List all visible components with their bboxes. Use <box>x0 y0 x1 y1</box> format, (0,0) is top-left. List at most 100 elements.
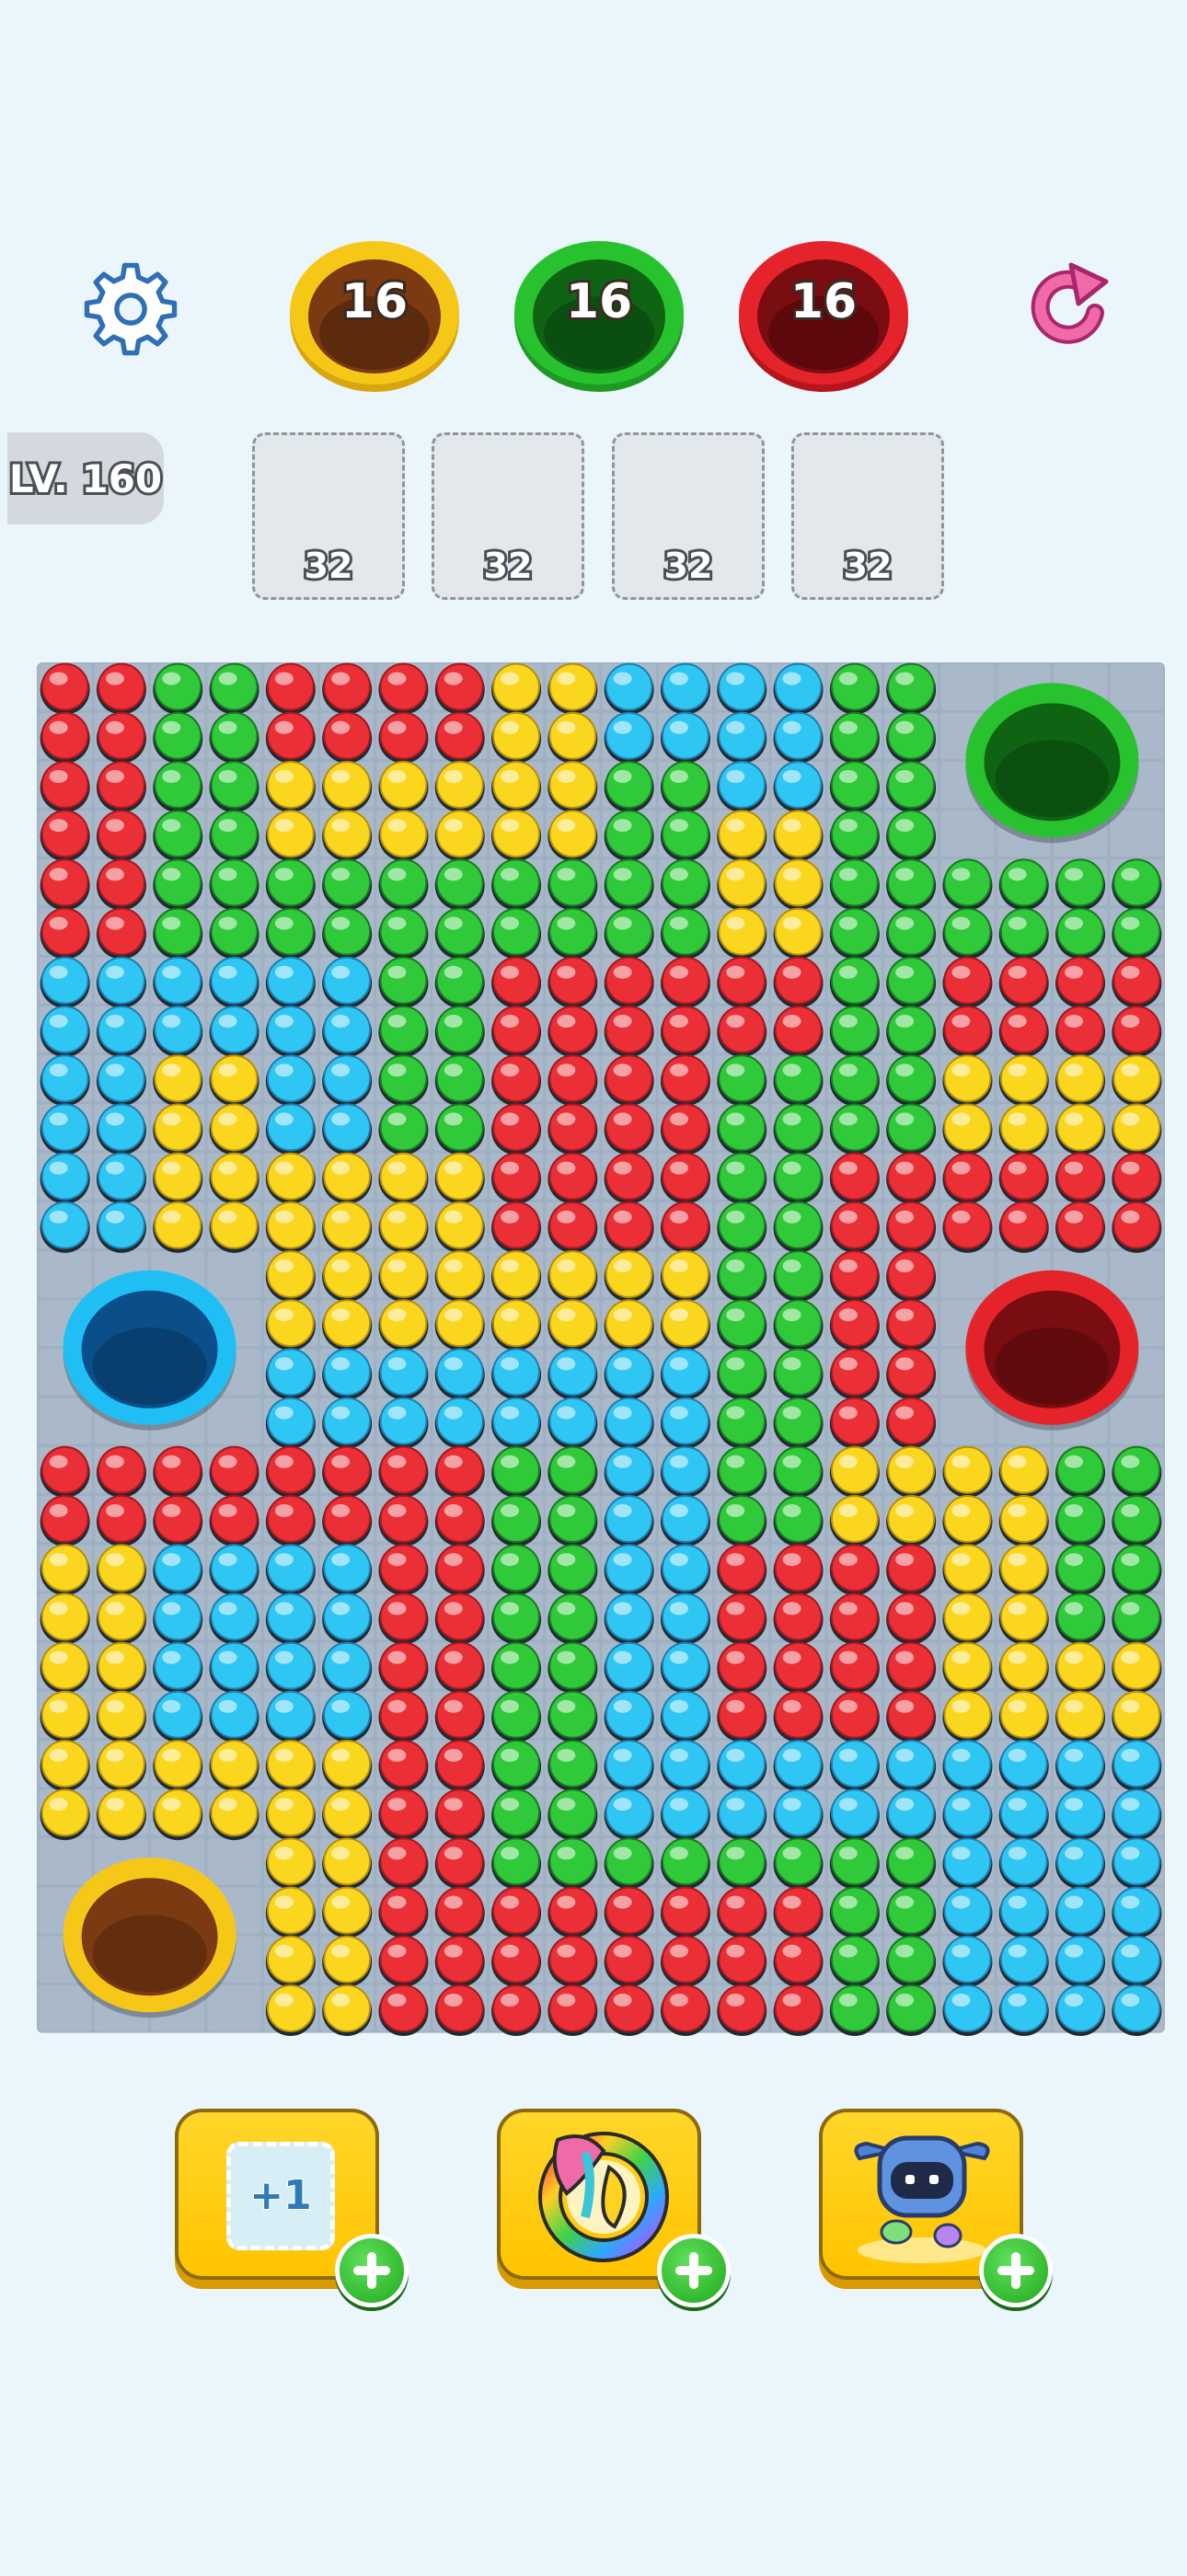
ball[interactable] <box>40 711 90 764</box>
ball[interactable] <box>40 662 90 715</box>
ball[interactable] <box>209 1152 259 1204</box>
ball[interactable] <box>773 1886 824 1938</box>
ball[interactable] <box>265 1054 316 1107</box>
ball[interactable] <box>660 1544 710 1596</box>
ball[interactable] <box>322 810 373 862</box>
ball[interactable] <box>547 956 598 1008</box>
ball[interactable] <box>40 1593 90 1645</box>
ball[interactable] <box>378 956 429 1008</box>
ball[interactable] <box>322 1593 373 1645</box>
ball[interactable] <box>434 1152 485 1204</box>
ball[interactable] <box>1055 1641 1106 1694</box>
ball[interactable] <box>717 662 767 715</box>
ball[interactable] <box>717 1886 767 1938</box>
ball[interactable] <box>660 956 710 1008</box>
ball[interactable] <box>378 1054 429 1107</box>
ball[interactable] <box>209 956 259 1008</box>
ball[interactable] <box>604 1103 654 1156</box>
ball[interactable] <box>491 1250 542 1302</box>
ball[interactable] <box>942 1935 993 1987</box>
ball[interactable] <box>604 810 654 862</box>
ball[interactable] <box>547 1201 598 1253</box>
ball[interactable] <box>434 1495 485 1547</box>
ball[interactable] <box>265 1299 316 1351</box>
ball[interactable] <box>209 1740 259 1791</box>
ball[interactable] <box>998 1152 1049 1204</box>
ball[interactable] <box>491 1103 542 1156</box>
ball[interactable] <box>717 1544 767 1596</box>
ball[interactable] <box>547 1299 598 1351</box>
ball[interactable] <box>322 1250 373 1302</box>
ball[interactable] <box>717 810 767 862</box>
ball[interactable] <box>886 1837 937 1890</box>
ball[interactable] <box>434 1299 485 1351</box>
ball[interactable] <box>829 711 880 764</box>
ball[interactable] <box>660 1299 710 1351</box>
ball[interactable] <box>942 1740 993 1791</box>
ball[interactable] <box>153 1641 203 1694</box>
ball[interactable] <box>96 761 146 812</box>
ball[interactable] <box>491 1397 542 1449</box>
ball[interactable] <box>153 1544 203 1596</box>
ball[interactable] <box>40 1690 90 1742</box>
ball[interactable] <box>604 1740 654 1791</box>
ball[interactable] <box>660 1495 710 1547</box>
ball[interactable] <box>773 1544 824 1596</box>
ball[interactable] <box>886 1348 937 1400</box>
ball[interactable] <box>604 1201 654 1253</box>
ball[interactable] <box>660 711 710 764</box>
ball[interactable] <box>773 1788 824 1841</box>
ball[interactable] <box>998 1886 1049 1938</box>
ball[interactable] <box>40 761 90 812</box>
ball[interactable] <box>378 1445 429 1498</box>
ball[interactable] <box>153 1103 203 1156</box>
ball[interactable] <box>660 1445 710 1498</box>
ball[interactable] <box>773 1006 824 1057</box>
ball[interactable] <box>829 662 880 715</box>
ball[interactable] <box>829 1103 880 1156</box>
ball[interactable] <box>434 1054 485 1107</box>
ball[interactable] <box>153 1690 203 1742</box>
ball[interactable] <box>378 1250 429 1302</box>
ball[interactable] <box>491 1348 542 1400</box>
ball[interactable] <box>40 1103 90 1156</box>
ball[interactable] <box>1112 1103 1162 1156</box>
ball[interactable] <box>40 1006 90 1057</box>
ball[interactable] <box>378 1152 429 1204</box>
ball[interactable] <box>434 711 485 764</box>
ball[interactable] <box>773 1445 824 1498</box>
ball[interactable] <box>773 1495 824 1547</box>
ball[interactable] <box>886 1740 937 1791</box>
ball[interactable] <box>773 1740 824 1791</box>
ball[interactable] <box>265 1641 316 1694</box>
ball[interactable] <box>829 1299 880 1351</box>
ball[interactable] <box>717 907 767 960</box>
ball[interactable] <box>378 761 429 812</box>
ball[interactable] <box>40 1740 90 1791</box>
ball[interactable] <box>209 662 259 715</box>
ball[interactable] <box>660 1935 710 1987</box>
ball[interactable] <box>604 761 654 812</box>
ball[interactable] <box>40 810 90 862</box>
ball[interactable] <box>96 662 146 715</box>
ball[interactable] <box>322 1152 373 1204</box>
ball[interactable] <box>660 1152 710 1204</box>
ball[interactable] <box>1055 1445 1106 1498</box>
ball[interactable] <box>491 907 542 960</box>
ball[interactable] <box>604 1690 654 1742</box>
ball[interactable] <box>153 956 203 1008</box>
ball[interactable] <box>322 711 373 764</box>
ball[interactable] <box>717 1593 767 1645</box>
ball[interactable] <box>378 1837 429 1890</box>
ball[interactable] <box>886 711 937 764</box>
ball[interactable] <box>1112 1837 1162 1890</box>
ball[interactable] <box>886 1984 937 2036</box>
ball[interactable] <box>942 1593 993 1645</box>
ball[interactable] <box>265 1740 316 1791</box>
ball[interactable] <box>209 1201 259 1253</box>
ball[interactable] <box>322 1984 373 2036</box>
ball[interactable] <box>942 907 993 960</box>
ball[interactable] <box>998 1201 1049 1253</box>
ball[interactable] <box>322 1837 373 1890</box>
ball[interactable] <box>773 1348 824 1400</box>
